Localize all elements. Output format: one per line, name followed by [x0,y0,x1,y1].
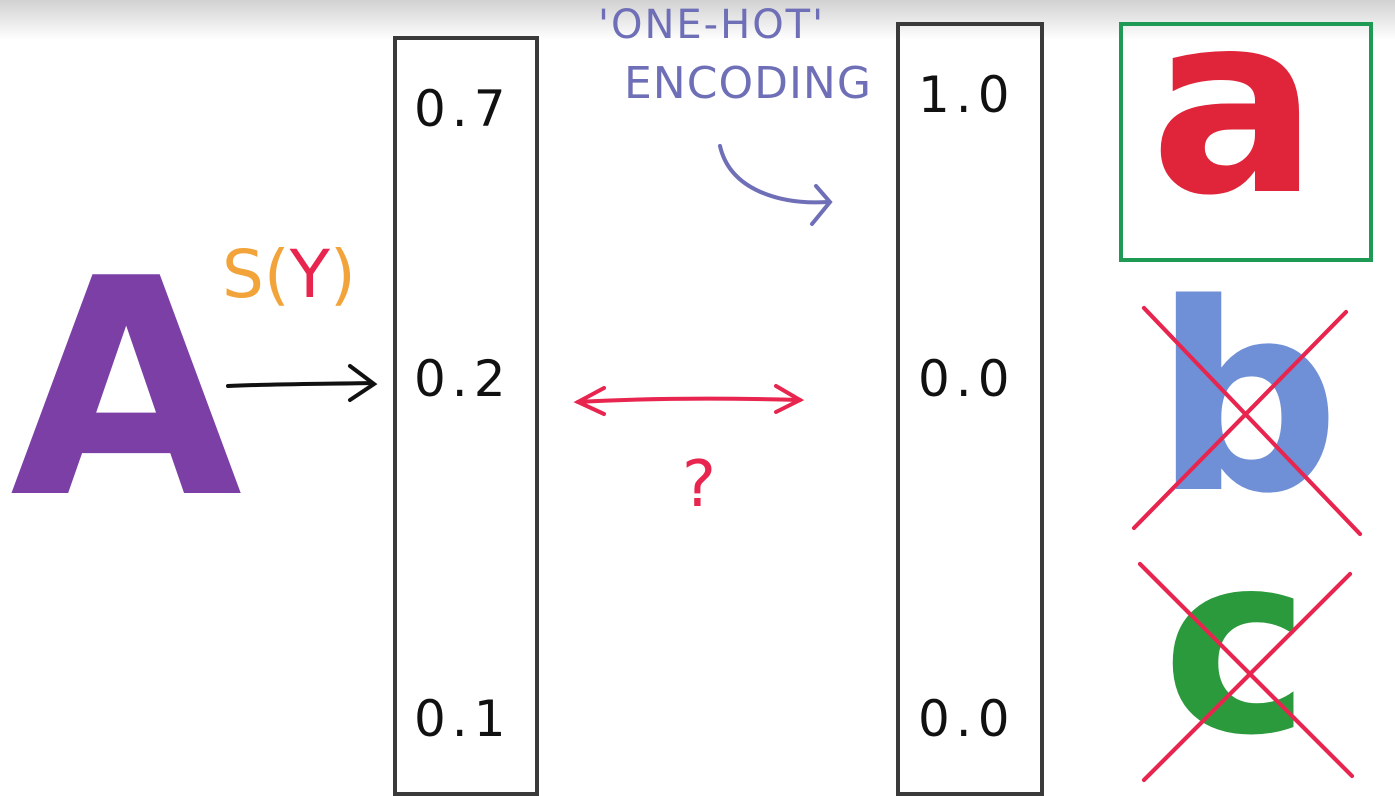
cross-b-stroke-2 [1132,310,1348,530]
cross-overlay [1132,306,1362,782]
cross-c-stroke-1 [1138,562,1354,778]
cross-b-stroke-1 [1142,306,1362,536]
cross-c-stroke-2 [1142,572,1352,782]
